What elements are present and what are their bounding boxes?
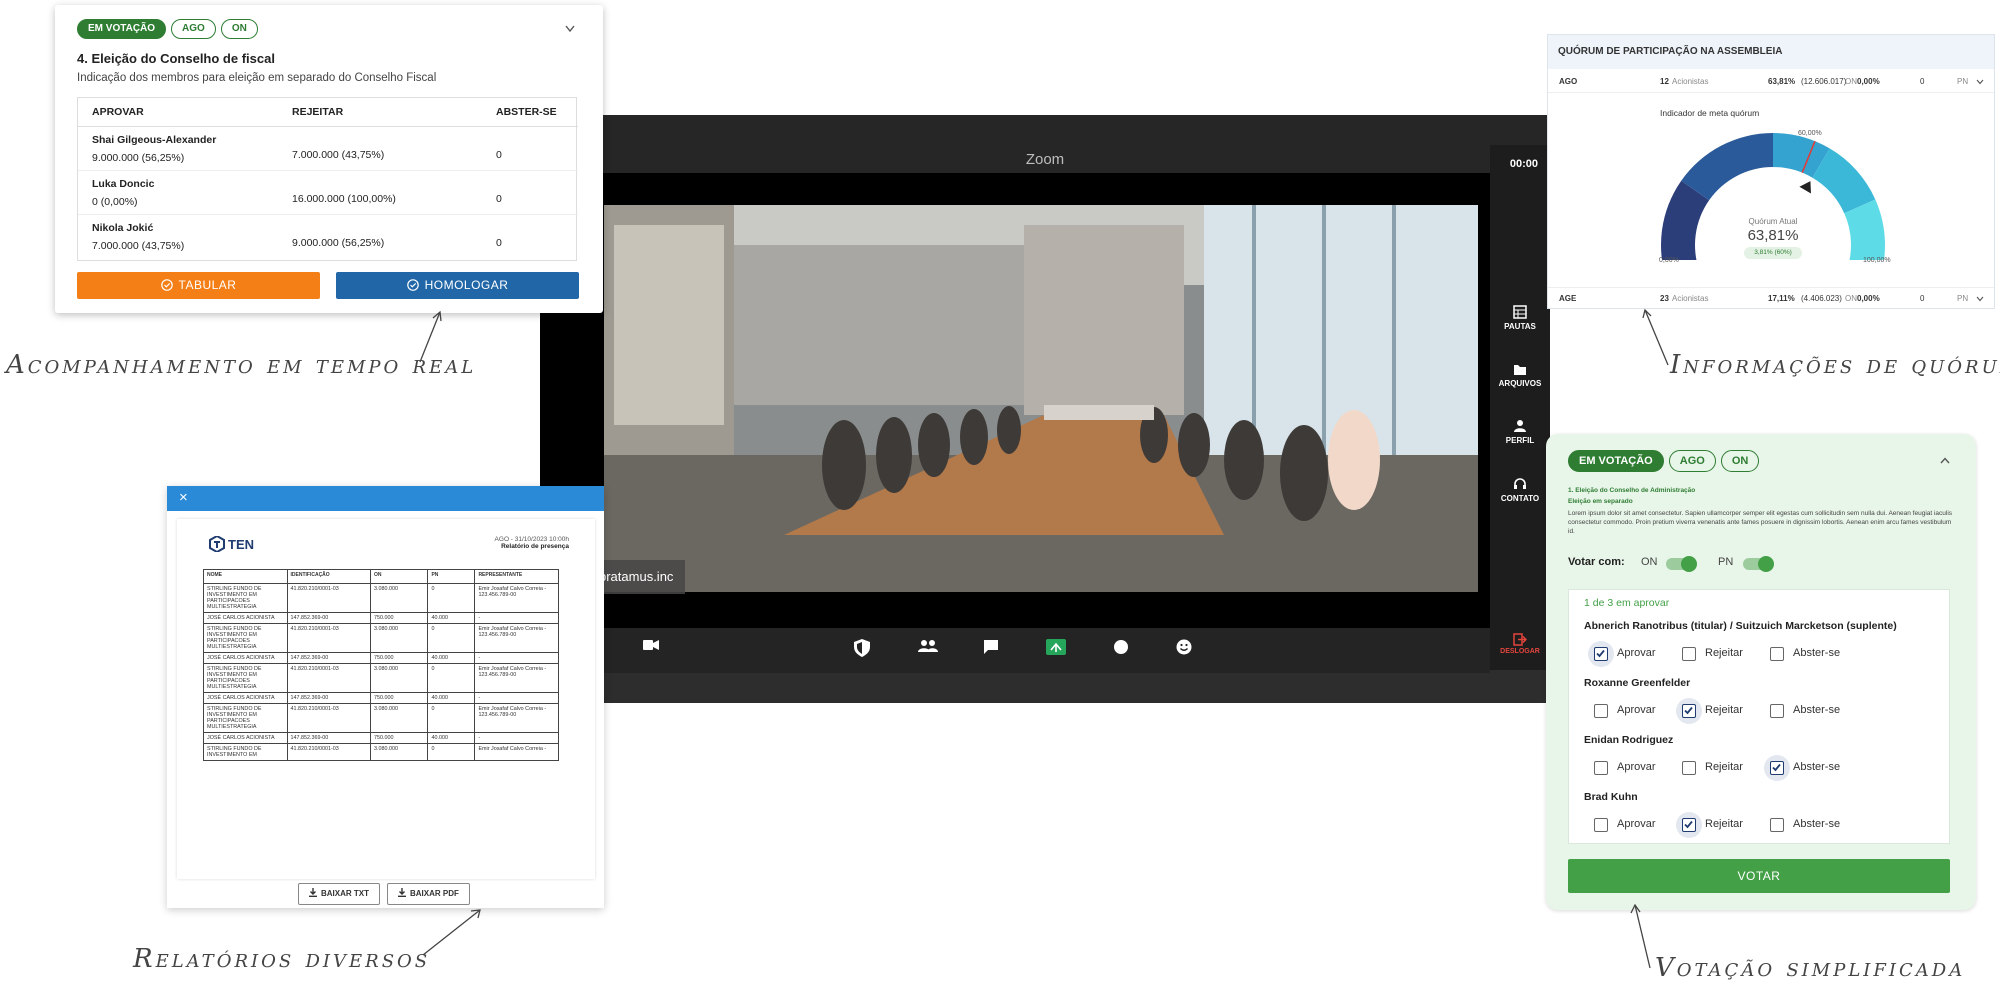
arrow-realtime xyxy=(419,311,441,363)
arrow-quorum xyxy=(1644,309,1669,366)
arrow-voting xyxy=(1634,904,1651,969)
annotation-arrows xyxy=(419,308,1669,969)
arrow-reports xyxy=(422,909,481,956)
